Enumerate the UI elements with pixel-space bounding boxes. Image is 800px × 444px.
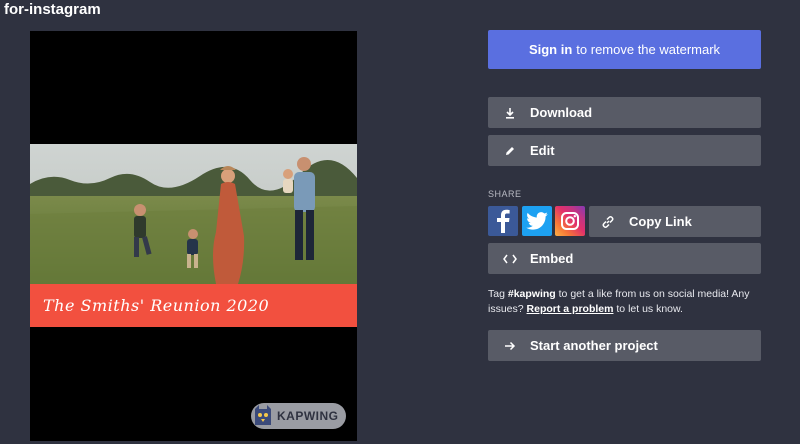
download-button[interactable]: Download <box>488 97 761 128</box>
sign-in-bold-label: Sign in <box>528 42 573 57</box>
watermark-text: KAPWING <box>277 409 339 423</box>
share-label: SHARE <box>488 189 522 199</box>
download-label: Download <box>530 105 593 120</box>
copy-link-button[interactable]: Copy Link <box>589 206 761 237</box>
twitter-icon <box>526 212 548 230</box>
sign-in-rest-label: to remove the watermark <box>576 42 721 57</box>
kapwing-watermark: KAPWING <box>251 403 346 429</box>
twitter-share-button[interactable] <box>522 206 552 236</box>
arrow-right-icon <box>500 336 520 356</box>
link-icon <box>601 215 617 229</box>
embed-label: Embed <box>530 251 574 266</box>
title-banner: The Smiths' Reunion 2020 <box>30 284 357 327</box>
tag-prefix: Tag <box>488 288 505 300</box>
pencil-icon <box>500 141 520 161</box>
hashtag: #kapwing <box>507 288 556 300</box>
banner-text: The Smiths' Reunion 2020 <box>43 296 270 315</box>
kapwing-logo-icon <box>255 405 271 425</box>
instagram-icon <box>561 212 579 230</box>
tag-suffix: to let us know. <box>616 303 683 315</box>
sign-in-button[interactable]: Sign in to remove the watermark <box>488 30 761 69</box>
embed-button[interactable]: Embed <box>488 243 761 274</box>
project-title: for-instagram <box>4 1 101 18</box>
copy-link-label: Copy Link <box>629 214 692 229</box>
video-preview[interactable]: The Smiths' Reunion 2020 KAPWING <box>30 31 357 441</box>
edit-button[interactable]: Edit <box>488 135 761 166</box>
facebook-icon <box>497 209 510 233</box>
start-another-project-button[interactable]: Start another project <box>488 330 761 361</box>
code-icon <box>500 249 520 269</box>
instagram-share-button[interactable] <box>555 206 585 236</box>
tag-info-text: Tag #kapwing to get a like from us on so… <box>488 287 768 317</box>
report-problem-link[interactable]: Report a problem <box>527 303 614 315</box>
family-photo <box>30 144 357 301</box>
facebook-share-button[interactable] <box>488 206 518 236</box>
edit-label: Edit <box>530 143 555 158</box>
start-another-label: Start another project <box>530 338 658 353</box>
download-icon <box>500 103 520 123</box>
